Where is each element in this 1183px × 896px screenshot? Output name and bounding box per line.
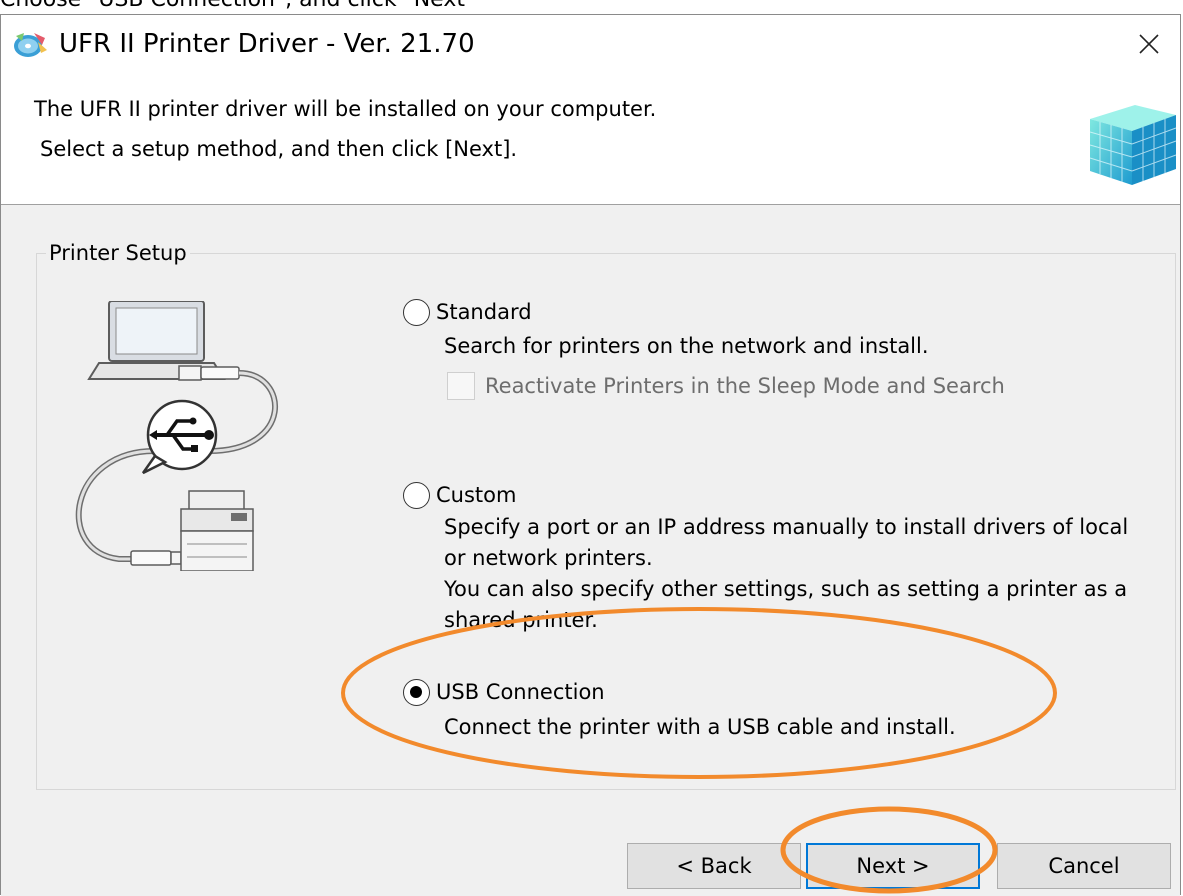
- radio-standard-button[interactable]: [403, 298, 430, 326]
- group-title: Printer Setup: [46, 239, 190, 267]
- instruction-text: Choose "USB Connection", and click "Next…: [0, 0, 475, 12]
- header-panel: The UFR II printer driver will be instal…: [1, 73, 1180, 205]
- radio-usb-connection-button[interactable]: [403, 678, 430, 706]
- standard-description: Search for printers on the network and i…: [444, 334, 929, 358]
- installer-window: UFR II Printer Driver - Ver. 21.70 The U…: [0, 14, 1181, 896]
- usb-connection-description: Connect the printer with a USB cable and…: [444, 715, 956, 739]
- checkbox-reactivate[interactable]: Reactivate Printers in the Sleep Mode an…: [447, 372, 1005, 400]
- radio-custom[interactable]: Custom: [403, 481, 516, 509]
- package-cubes-icon: [1089, 105, 1177, 185]
- close-button[interactable]: [1118, 15, 1180, 73]
- radio-usb-connection-label: USB Connection: [436, 680, 605, 704]
- radio-usb-connection[interactable]: USB Connection: [403, 678, 605, 706]
- next-button[interactable]: Next >: [806, 843, 980, 889]
- radio-standard-label: Standard: [436, 300, 532, 324]
- custom-description: Specify a port or an IP address manually…: [444, 515, 1129, 570]
- radio-custom-label: Custom: [436, 483, 517, 507]
- title-bar: UFR II Printer Driver - Ver. 21.70: [1, 15, 1180, 73]
- header-instruction: Select a setup method, and then click [N…: [40, 137, 518, 161]
- checkbox-reactivate-box[interactable]: [447, 372, 475, 400]
- back-button[interactable]: < Back: [627, 843, 801, 889]
- checkbox-reactivate-label: Reactivate Printers in the Sleep Mode an…: [485, 374, 1005, 398]
- custom-description-extra: You can also specify other settings, suc…: [444, 577, 1128, 632]
- cd-disc-icon: [14, 33, 47, 57]
- cancel-button[interactable]: Cancel: [997, 843, 1171, 889]
- radio-custom-button[interactable]: [403, 481, 430, 509]
- window-title: UFR II Printer Driver - Ver. 21.70: [59, 29, 475, 59]
- header-description: The UFR II printer driver will be instal…: [34, 97, 657, 121]
- close-icon: [1139, 34, 1159, 54]
- usb-connection-illustration: [75, 301, 279, 571]
- radio-standard[interactable]: Standard: [403, 298, 532, 326]
- content-panel: Printer Setup Standard Search for printe…: [1, 205, 1180, 896]
